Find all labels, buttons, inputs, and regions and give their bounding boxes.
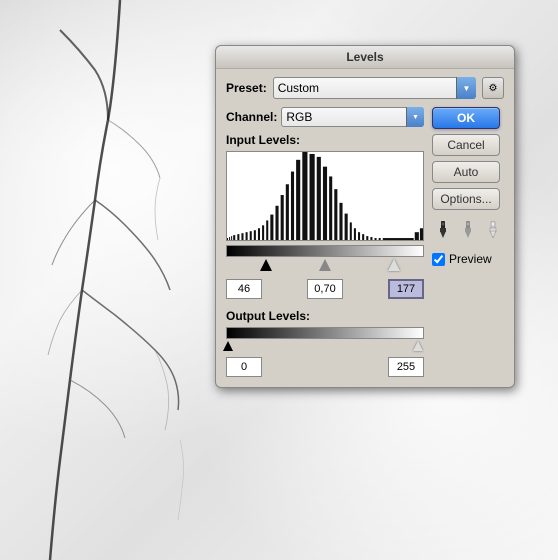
cancel-button[interactable]: Cancel: [432, 134, 500, 156]
levels-dialog: Levels Preset: Custom Default ⚙: [215, 45, 515, 388]
eyedropper-gray-button[interactable]: [457, 219, 479, 241]
histogram-chart: [227, 152, 423, 240]
output-black-handle[interactable]: [223, 341, 233, 351]
dialog-titlebar: Levels: [216, 46, 514, 69]
preset-select[interactable]: Custom Default: [273, 77, 476, 99]
output-slider-area[interactable]: [226, 341, 424, 357]
dialog-title: Levels: [346, 50, 383, 64]
dialog-body: Preset: Custom Default ⚙ Channel:: [216, 69, 514, 387]
preset-select-wrapper: Custom Default: [273, 77, 476, 99]
output-levels-label: Output Levels:: [226, 309, 424, 323]
input-values-row: 46 0,70 177: [226, 279, 424, 299]
eyedropper-black-icon: [435, 221, 451, 239]
eyedropper-white-icon: [485, 221, 501, 239]
output-black-value[interactable]: 0: [226, 357, 262, 377]
preset-label: Preset:: [226, 81, 267, 95]
main-area: Channel: RGB Red Green Blue Input Levels…: [226, 107, 504, 377]
left-panel: Channel: RGB Red Green Blue Input Levels…: [226, 107, 424, 377]
input-white-value[interactable]: 177: [388, 279, 424, 299]
options-button[interactable]: Options...: [432, 188, 500, 210]
auto-button[interactable]: Auto: [432, 161, 500, 183]
output-gradient-bar: [226, 327, 424, 339]
input-black-handle[interactable]: [260, 259, 272, 271]
preview-checkbox[interactable]: [432, 253, 445, 266]
preset-settings-icon: ⚙: [489, 83, 498, 94]
input-white-handle[interactable]: [388, 259, 400, 271]
eyedropper-gray-icon: [460, 221, 476, 239]
input-gray-handle[interactable]: [319, 259, 331, 271]
input-levels-label: Input Levels:: [226, 133, 424, 147]
input-slider-area[interactable]: [226, 259, 424, 279]
input-gradient-bar: [226, 245, 424, 257]
channel-select[interactable]: RGB Red Green Blue: [281, 107, 424, 127]
input-black-value[interactable]: 46: [226, 279, 262, 299]
eyedropper-white-button[interactable]: [482, 219, 504, 241]
channel-select-wrapper: RGB Red Green Blue: [281, 107, 424, 127]
preset-row: Preset: Custom Default ⚙: [226, 77, 504, 99]
histogram-container: [226, 151, 424, 241]
preview-row: Preview: [432, 252, 504, 266]
right-panel: OK Cancel Auto Options...: [432, 107, 504, 377]
output-white-handle[interactable]: [413, 341, 423, 351]
channel-row: Channel: RGB Red Green Blue: [226, 107, 424, 127]
output-values-row: 0 255: [226, 357, 424, 377]
input-mid-value[interactable]: 0,70: [307, 279, 343, 299]
preview-label: Preview: [449, 252, 492, 266]
eyedropper-row: [432, 219, 504, 241]
preset-settings-button[interactable]: ⚙: [482, 77, 504, 99]
output-white-value[interactable]: 255: [388, 357, 424, 377]
ok-button[interactable]: OK: [432, 107, 500, 129]
eyedropper-black-button[interactable]: [432, 219, 454, 241]
channel-label: Channel:: [226, 110, 277, 124]
